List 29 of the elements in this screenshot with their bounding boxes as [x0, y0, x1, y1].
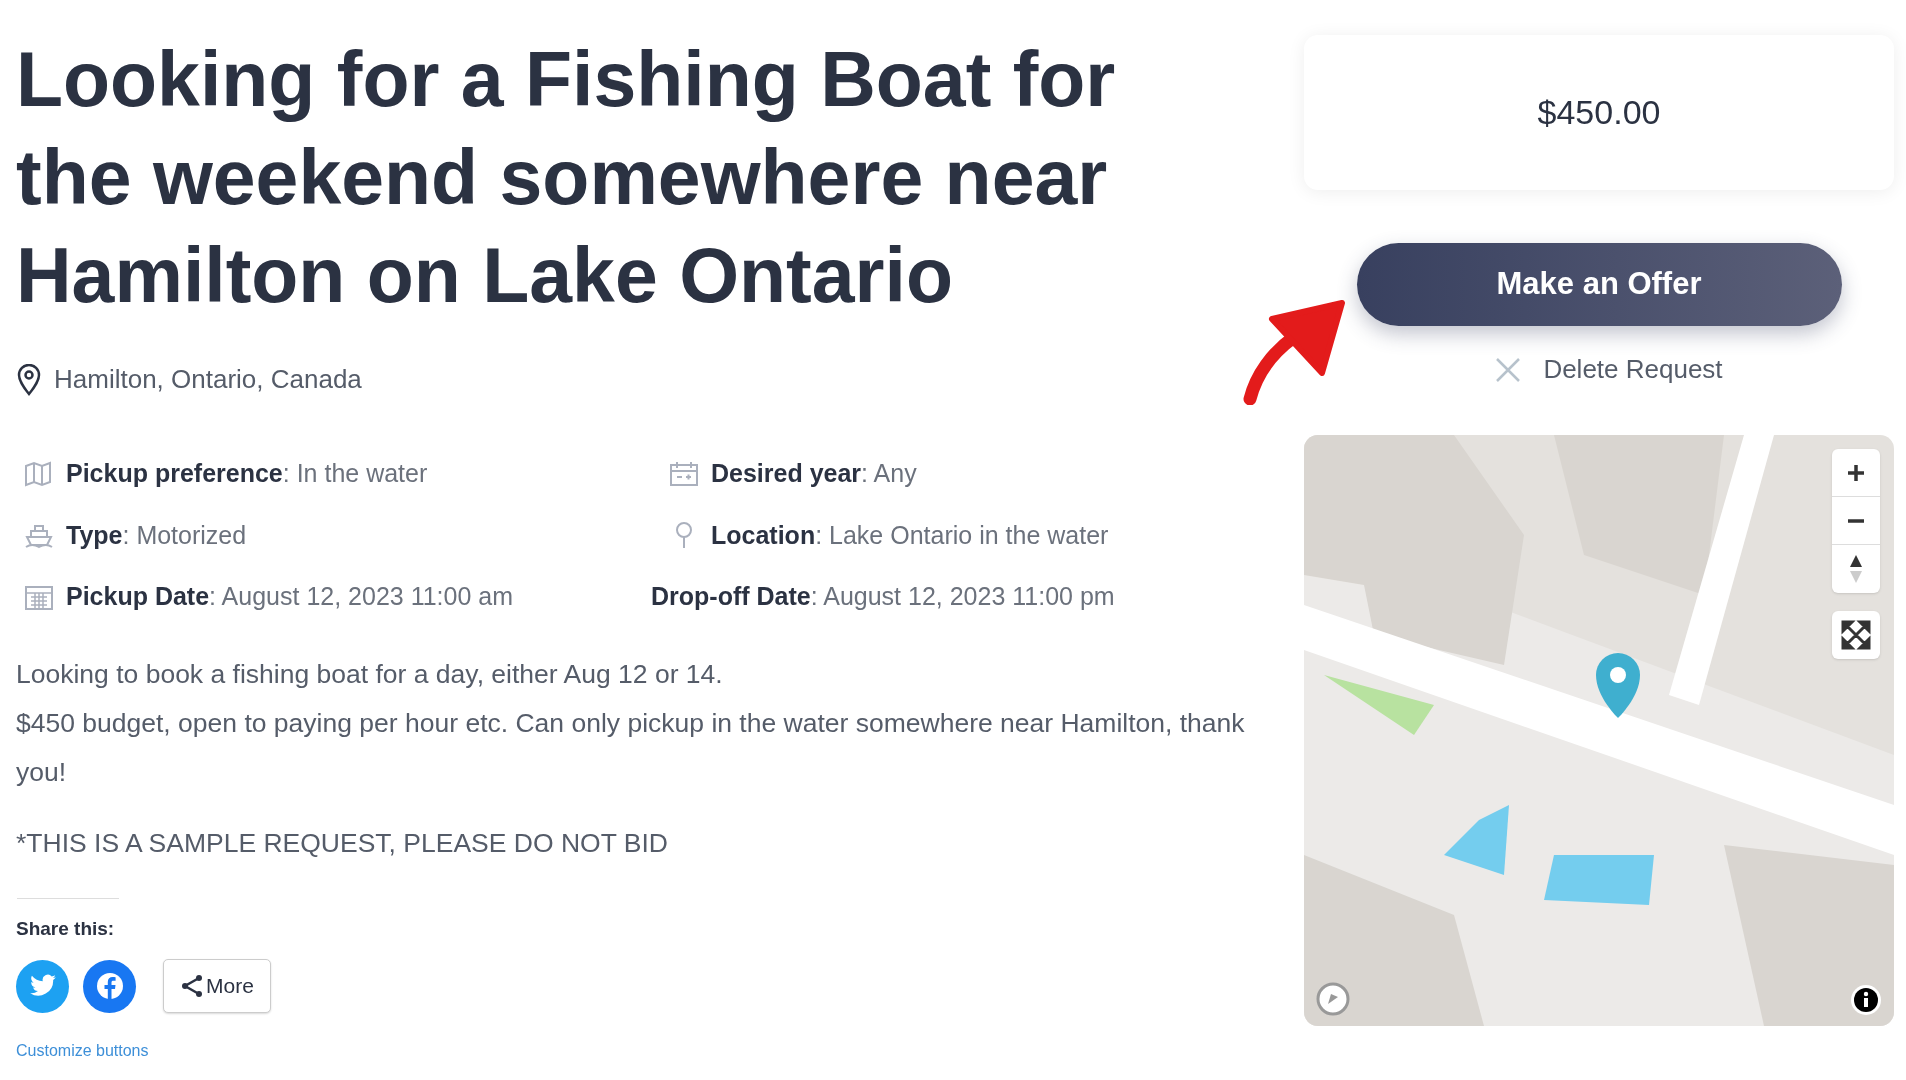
page-title: Looking for a Fishing Boat for the weekend somewhere near Hamilton on Lake Ontario — [16, 35, 1117, 320]
customize-buttons-link[interactable]: Customize buttons — [16, 1039, 149, 1063]
detail-text: Type: Motorized — [66, 519, 247, 551]
detail-text: Pickup preference: In the water — [66, 458, 428, 489]
price-text: $450.00 — [1537, 92, 1661, 133]
facebook-logo-icon — [95, 972, 124, 1000]
detail-text: Location: Lake Ontario in the water — [711, 519, 1109, 551]
calendar-icon — [669, 459, 699, 488]
mapbox-logo-icon — [1316, 982, 1350, 1016]
description-paragraph: $450 budget, open to paying per hour etc. Can only pickup in the water somewhere near Hamilton, thank you! — [16, 706, 1246, 789]
description-paragraph: Looking to book a fishing boat for a day, either Aug 12 or 14. — [16, 657, 724, 691]
make-offer-button[interactable]: Make an Offer — [1356, 243, 1842, 326]
twitter-bird-icon — [28, 974, 57, 998]
description-paragraph: *THIS IS A SAMPLE REQUEST, PLEASE DO NOT BID — [16, 826, 669, 860]
info-icon[interactable] — [1850, 984, 1882, 1016]
fullscreen-icon[interactable] — [1832, 611, 1880, 659]
detail-text: Pickup Date: August 12, 2023 11:00 am — [66, 581, 514, 612]
detail-text: Drop-off Date: August 12, 2023 11:00 pm — [651, 581, 1115, 612]
map-icon — [24, 459, 54, 488]
close-icon — [1495, 356, 1522, 383]
location-text: Hamilton, Ontario, Canada — [54, 363, 362, 396]
share-heading: Share this: — [16, 916, 116, 941]
delete-request-button[interactable]: Delete Request — [1495, 350, 1723, 389]
more-share-button[interactable]: More — [163, 959, 271, 1013]
detail-text: Desired year: Any — [711, 458, 917, 489]
location-pin-icon — [16, 363, 42, 396]
share-icon — [180, 974, 204, 998]
twitter-share-button[interactable] — [16, 959, 69, 1013]
facebook-share-button[interactable] — [83, 959, 136, 1013]
